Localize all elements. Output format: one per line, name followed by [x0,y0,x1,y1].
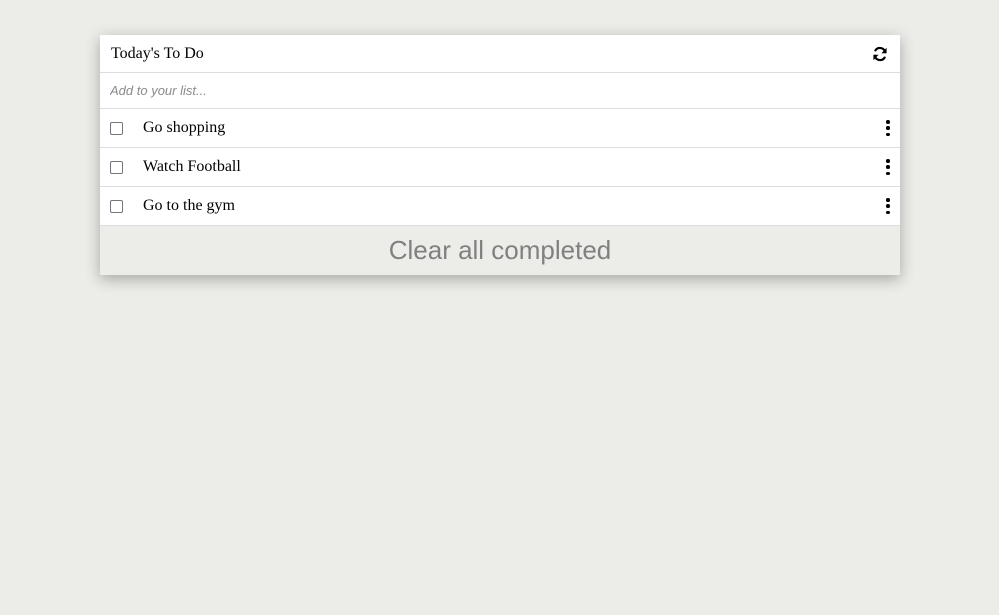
more-vertical-icon [886,159,890,163]
item-label: Watch Football [143,158,241,175]
todo-card: Today's To Do Go shopping Watch Footbal [100,35,900,275]
list-item: Go shopping [100,109,900,148]
page-title: Today's To Do [111,44,204,62]
add-item-input[interactable] [110,83,890,98]
list-item: Go to the gym [100,187,900,226]
more-vertical-icon [886,198,890,202]
clear-completed-button[interactable]: Clear all completed [389,235,612,266]
list-item: Watch Football [100,148,900,187]
todo-header: Today's To Do [100,35,900,73]
more-vertical-icon-dot [886,204,890,208]
item-label: Go shopping [143,119,226,136]
more-vertical-icon [886,120,890,124]
item-checkbox[interactable] [110,160,123,174]
refresh-icon [873,46,887,61]
item-menu-button[interactable] [885,120,891,136]
add-row [100,73,900,109]
more-vertical-icon-dot [886,132,890,136]
item-checkbox[interactable] [110,121,123,135]
more-vertical-icon-dot [886,126,890,130]
item-checkbox[interactable] [110,199,123,213]
todo-footer: Clear all completed [100,226,900,275]
item-menu-button[interactable] [885,159,891,175]
more-vertical-icon-dot [886,171,890,175]
more-vertical-icon-dot [886,210,890,214]
item-menu-button[interactable] [885,198,891,214]
item-label: Go to the gym [143,197,235,214]
more-vertical-icon-dot [886,165,890,169]
todo-list: Go shopping Watch Football Go to the gym [100,109,900,226]
refresh-button[interactable] [870,44,890,64]
